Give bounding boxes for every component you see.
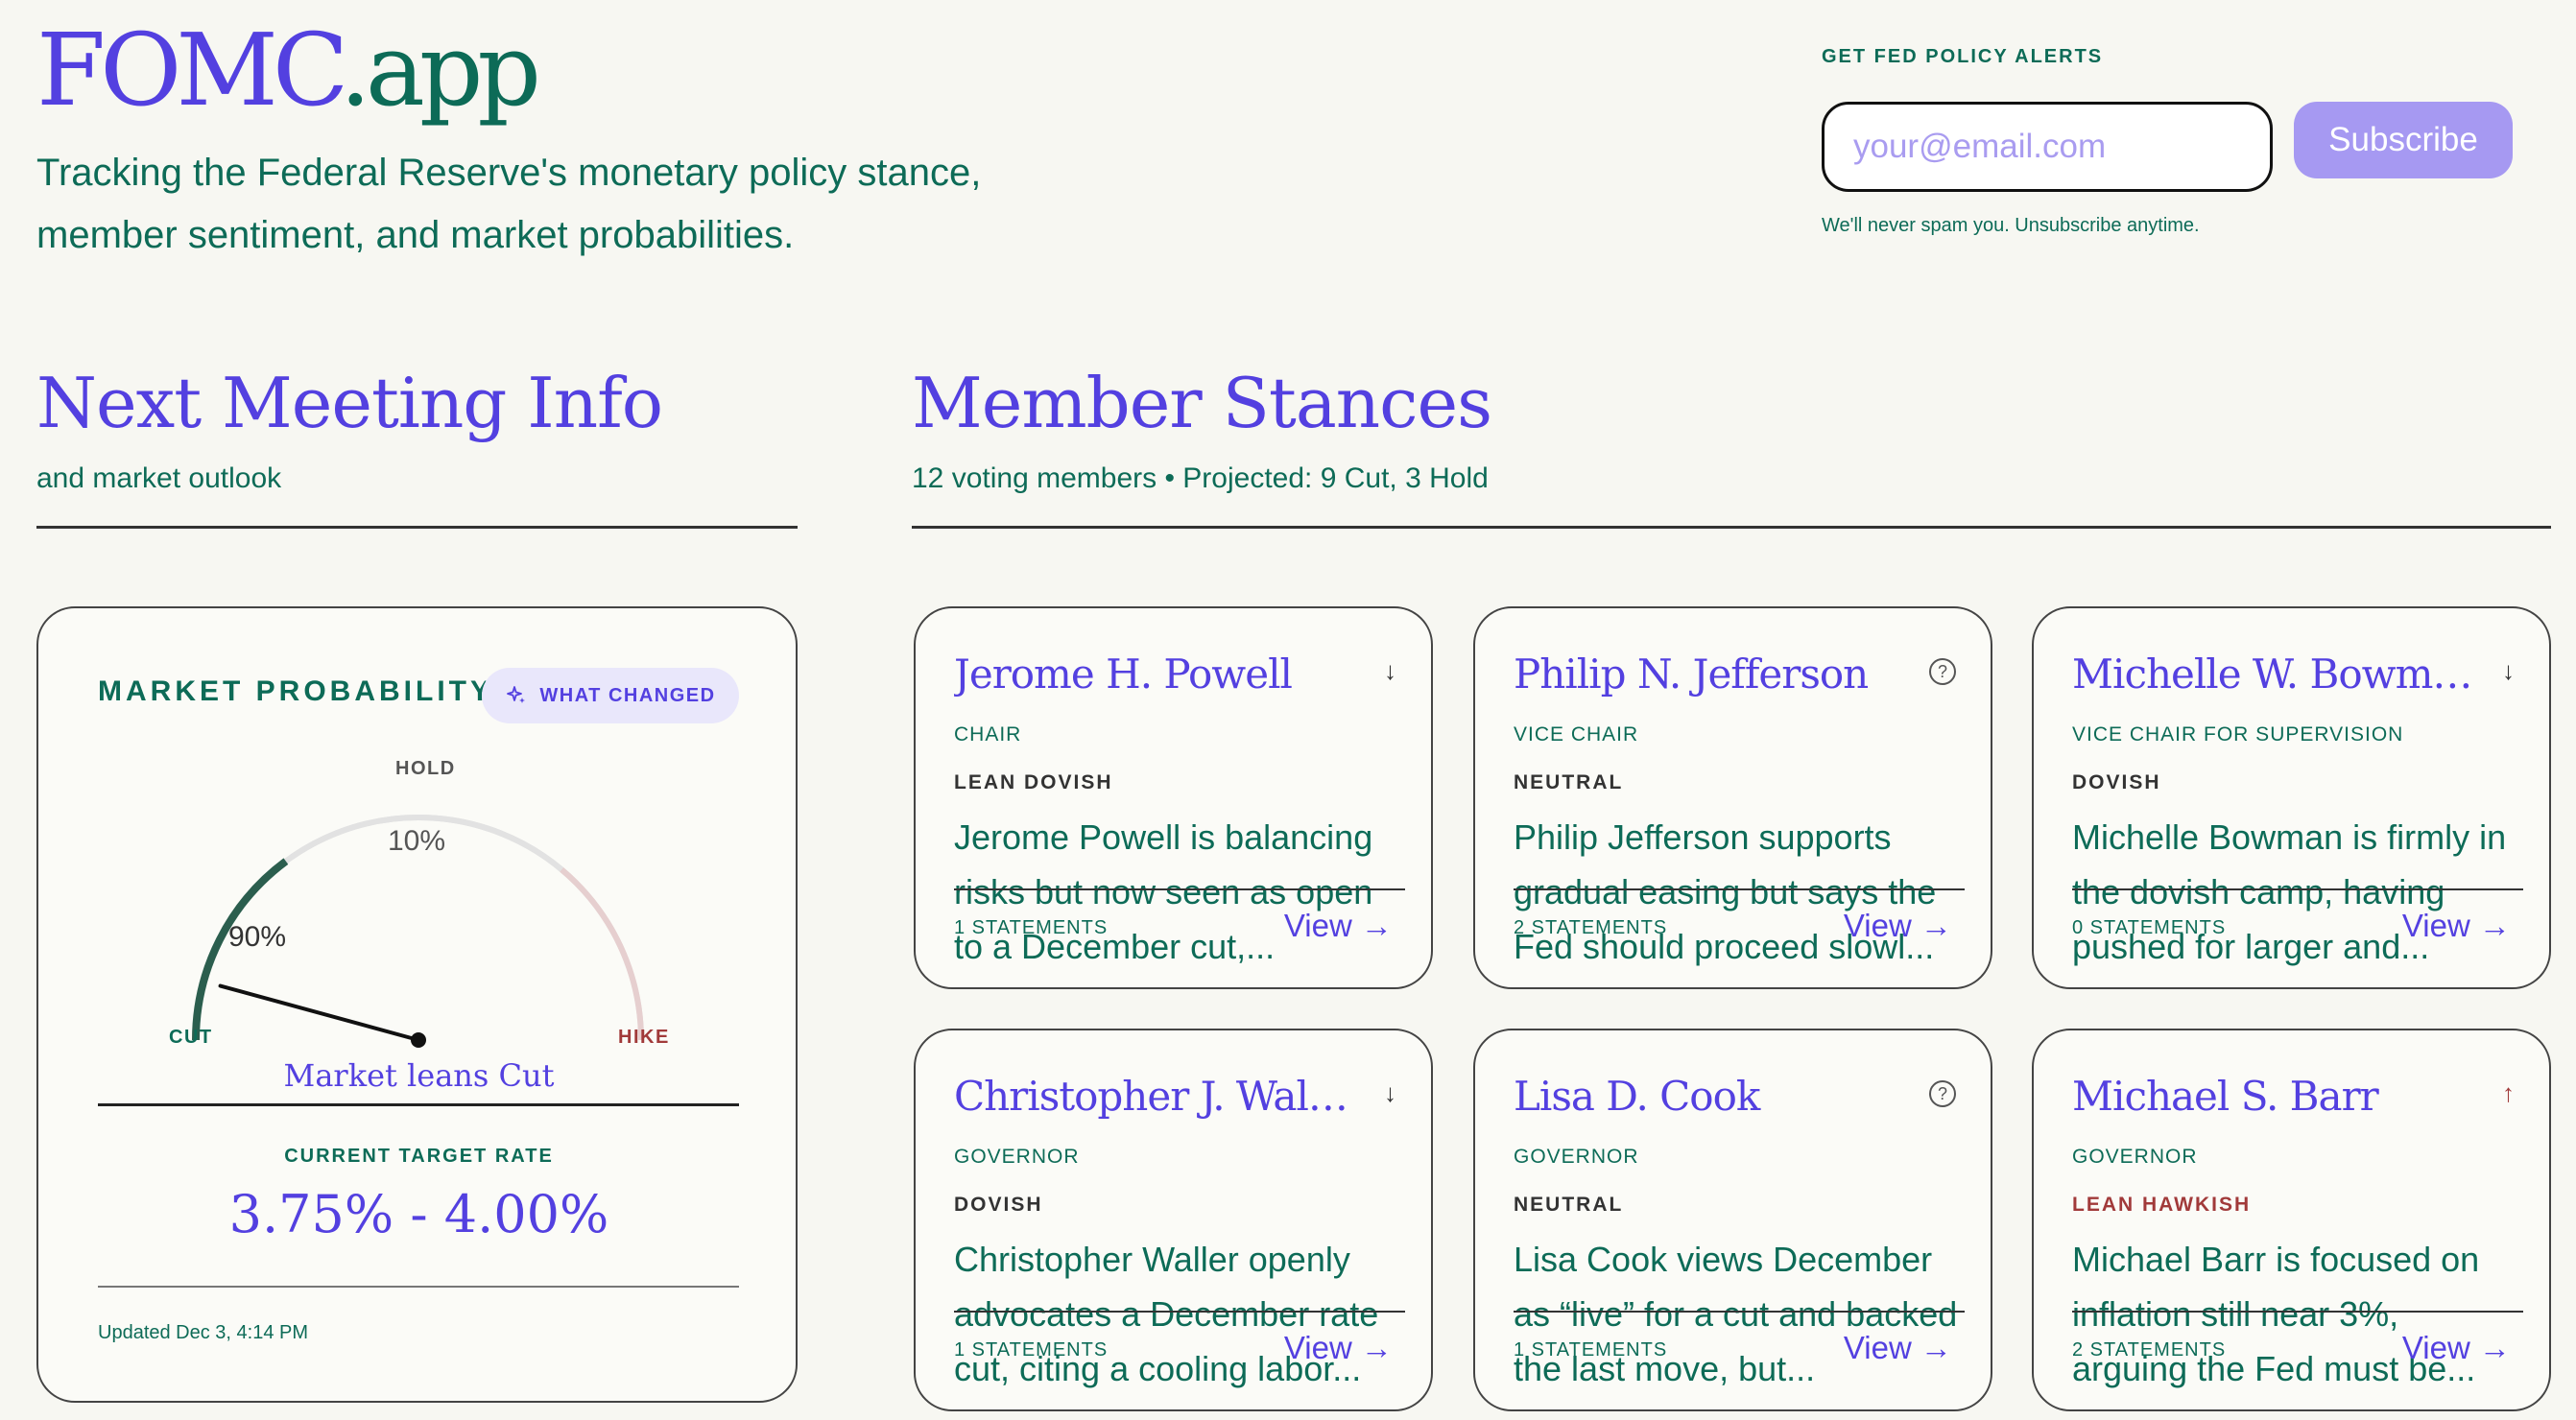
member-statements-count: 2 STATEMENTS	[1514, 917, 1668, 938]
member-role: VICE CHAIR	[1514, 723, 1639, 746]
member-summary: Christopher Waller openly advocates a De…	[954, 1240, 1379, 1388]
member-card-divider	[1514, 888, 1965, 890]
site-logo[interactable]: FOMC.app	[36, 8, 541, 132]
subscribe-button[interactable]: Subscribe	[2294, 102, 2513, 178]
view-member-link[interactable]: View →	[1284, 1330, 1393, 1366]
member-stance: LEAN DOVISH	[954, 771, 1113, 793]
question-circle-icon: ?	[1929, 658, 1956, 685]
member-summary: Jerome Powell is balancing risks but now…	[954, 817, 1373, 966]
member-name[interactable]: Jerome H. Powell	[954, 651, 1357, 698]
member-card-divider	[2072, 1311, 2523, 1313]
site-tagline: Tracking the Federal Reserve's monetary …	[36, 152, 982, 256]
member-card-divider	[1514, 1311, 1965, 1313]
gauge-hike-label: HIKE	[618, 1027, 670, 1048]
member-stance: DOVISH	[2072, 771, 2161, 793]
sparkle-icon	[507, 686, 526, 703]
updated-timestamp: Updated Dec 3, 4:14 PM	[98, 1322, 309, 1343]
member-summary: Lisa Cook views December as “live” for a…	[1514, 1240, 1958, 1388]
market-card-divider	[98, 1103, 739, 1106]
view-member-link[interactable]: View →	[2402, 908, 2511, 944]
arrow-down-icon: ↓	[2502, 656, 2515, 685]
gauge-hold-label: HOLD	[395, 758, 456, 779]
next-meeting-title: Next Meeting Info	[36, 363, 663, 443]
member-stance: LEAN HAWKISH	[2072, 1194, 2252, 1216]
view-member-link[interactable]: View →	[1284, 908, 1393, 944]
what-changed-label: WHAT CHANGED	[539, 684, 716, 706]
member-stance: NEUTRAL	[1514, 771, 1624, 793]
member-card[interactable]: Lisa D. Cook? GOVERNOR NEUTRAL Lisa Cook vi…	[1473, 1029, 1992, 1411]
member-name[interactable]: Christopher J. Waller	[954, 1073, 1357, 1120]
member-statements-count: 1 STATEMENTS	[954, 917, 1109, 938]
member-stances-subtitle: 12 voting members • Projected: 9 Cut, 3 …	[912, 462, 1489, 494]
what-changed-button[interactable]: WHAT CHANGED	[482, 668, 739, 723]
next-meeting-divider	[36, 526, 798, 529]
gauge-needle-hub	[411, 1032, 426, 1048]
member-stance: NEUTRAL	[1514, 1194, 1624, 1216]
alerts-disclaimer: We'll never spam you. Unsubscribe anytim…	[1822, 215, 2200, 236]
market-probability-title: MARKET PROBABILITY	[98, 675, 493, 707]
member-role: GOVERNOR	[1514, 1146, 1639, 1168]
market-card-divider-2	[98, 1286, 739, 1288]
alerts-title: GET FED POLICY ALERTS	[1822, 46, 2104, 67]
arrow-up-icon: ↑	[2502, 1078, 2515, 1107]
member-card-divider	[2072, 888, 2523, 890]
gauge-cut-label: CUT	[169, 1027, 213, 1048]
member-card-divider	[954, 888, 1405, 890]
next-meeting-subtitle: and market outlook	[36, 462, 282, 494]
view-member-link[interactable]: View →	[1844, 908, 1952, 944]
gauge-hike-segment	[560, 866, 644, 1041]
member-card[interactable]: Philip N. Jefferson? VICE CHAIR NEUTRAL Phi…	[1473, 606, 1992, 989]
member-name[interactable]: Philip N. Jefferson	[1514, 651, 1917, 698]
member-stances-title: Member Stances	[912, 363, 1492, 443]
member-summary: Michelle Bowman is firmly in the dovish …	[2072, 817, 2507, 966]
member-card-divider	[954, 1311, 1405, 1313]
cut-probability-text: 90%	[228, 921, 287, 953]
member-role: CHAIR	[954, 723, 1022, 746]
member-stance: DOVISH	[954, 1194, 1043, 1216]
arrow-down-icon: ↓	[1384, 1078, 1396, 1107]
member-card[interactable]: Michelle W. Bowman ↓ VICE CHAIR FOR SUPERV…	[2032, 606, 2551, 989]
member-name[interactable]: Lisa D. Cook	[1514, 1073, 1917, 1120]
member-summary: Philip Jefferson supports gradual easing…	[1514, 817, 1937, 966]
member-card[interactable]: Michael S. Barr ↑ GOVERNOR LEAN HAWKISH Mich…	[2032, 1029, 2551, 1411]
gauge-needle	[218, 983, 420, 1042]
member-role: GOVERNOR	[954, 1146, 1080, 1168]
member-role: VICE CHAIR FOR SUPERVISION	[2072, 723, 2404, 746]
logo-main-text: FOMC	[36, 12, 346, 129]
market-lean-text: Market leans Cut	[283, 1057, 555, 1094]
member-card[interactable]: Christopher J. Waller ↓ GOVERNOR DOVISH Chri…	[914, 1029, 1433, 1411]
email-input[interactable]	[1822, 102, 2273, 192]
member-card[interactable]: Jerome H. Powell ↓ CHAIR LEAN DOVISH Jerome …	[914, 606, 1433, 989]
member-name[interactable]: Michael S. Barr	[2072, 1073, 2475, 1120]
member-summary: Michael Barr is focused on inflation sti…	[2072, 1240, 2480, 1388]
current-target-rate-value: 3.75% - 4.00%	[228, 1184, 609, 1244]
arrow-down-icon: ↓	[1384, 656, 1396, 685]
view-member-link[interactable]: View →	[1844, 1330, 1952, 1366]
member-statements-count: 0 STATEMENTS	[2072, 917, 2227, 938]
member-stances-divider	[912, 526, 2551, 529]
question-circle-icon: ?	[1929, 1080, 1956, 1107]
member-name[interactable]: Michelle W. Bowman	[2072, 651, 2475, 698]
market-probability-card: MARKET PROBABILITY WHAT CHANGED HOLD CUT…	[36, 606, 798, 1403]
member-statements-count: 2 STATEMENTS	[2072, 1339, 2227, 1361]
view-member-link[interactable]: View →	[2402, 1330, 2511, 1366]
logo-suffix-text: .app	[339, 12, 541, 129]
hold-probability-text: 10%	[388, 825, 446, 857]
probability-gauge	[192, 815, 644, 1048]
member-statements-count: 1 STATEMENTS	[1514, 1339, 1668, 1361]
member-statements-count: 1 STATEMENTS	[954, 1339, 1109, 1361]
current-target-rate-label: CURRENT TARGET RATE	[284, 1146, 554, 1167]
member-role: GOVERNOR	[2072, 1146, 2198, 1168]
